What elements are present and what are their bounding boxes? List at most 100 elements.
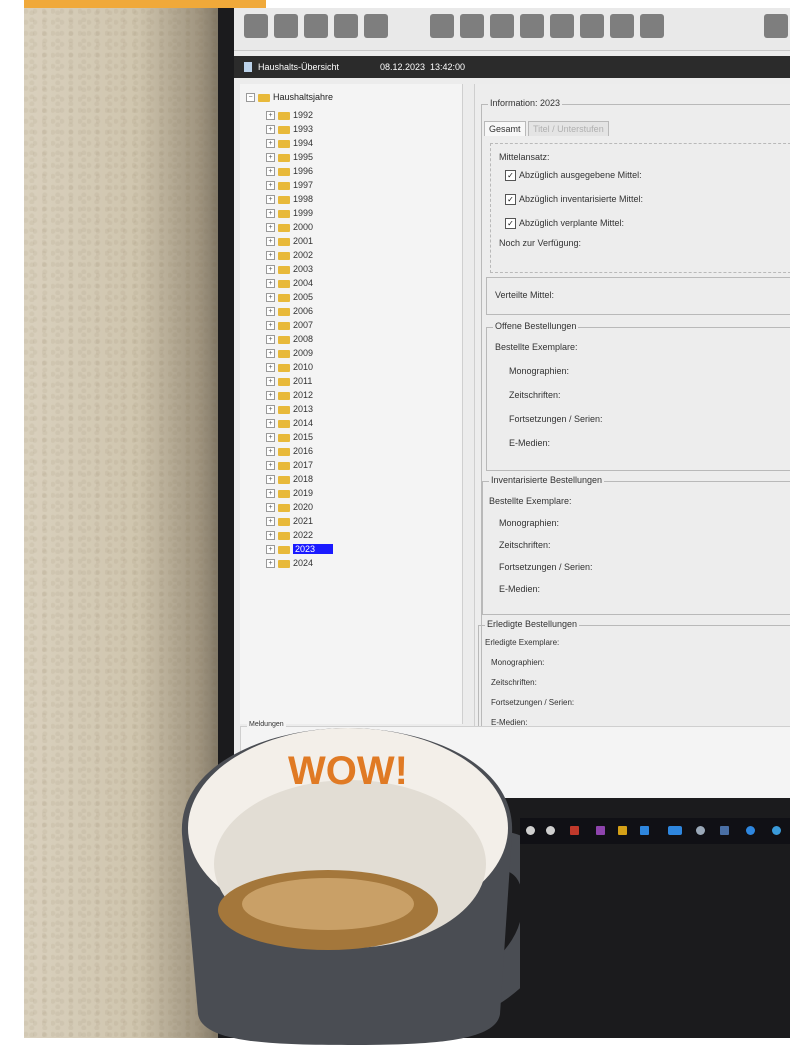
taskbar-icon-2[interactable] bbox=[546, 826, 555, 835]
taskbar-icon-7[interactable] bbox=[668, 826, 682, 835]
expand-icon[interactable]: + bbox=[266, 559, 275, 569]
expand-icon[interactable]: + bbox=[266, 111, 275, 121]
taskbar-icon-6[interactable] bbox=[640, 826, 649, 835]
collapse-icon[interactable]: − bbox=[246, 93, 255, 103]
taskbar-icon-3[interactable] bbox=[570, 826, 579, 835]
taskbar-icon-10[interactable] bbox=[746, 826, 755, 835]
toolbar-icon-1[interactable] bbox=[244, 14, 268, 38]
expand-icon[interactable]: + bbox=[266, 251, 275, 261]
expand-icon[interactable]: + bbox=[266, 265, 275, 275]
expand-icon[interactable]: + bbox=[266, 279, 275, 289]
toolbar-icon-13[interactable] bbox=[640, 14, 664, 38]
toolbar-icon-12[interactable] bbox=[610, 14, 634, 38]
tree-item-1993[interactable]: +1993 bbox=[266, 122, 313, 136]
taskbar-icon-11[interactable] bbox=[772, 826, 781, 835]
tree-item-2006[interactable]: +2006 bbox=[266, 304, 313, 318]
tree-item-1996[interactable]: +1996 bbox=[266, 164, 313, 178]
expand-icon[interactable]: + bbox=[266, 517, 275, 527]
expand-icon[interactable]: + bbox=[266, 321, 275, 331]
tree-item-2024[interactable]: +2024 bbox=[266, 556, 313, 570]
tab-gesamt[interactable]: Gesamt bbox=[484, 121, 526, 136]
expand-icon[interactable]: + bbox=[266, 223, 275, 233]
tree-item-2008[interactable]: +2008 bbox=[266, 332, 313, 346]
expand-icon[interactable]: + bbox=[266, 545, 275, 555]
tree-item-2005[interactable]: +2005 bbox=[266, 290, 313, 304]
taskbar-icon-1[interactable] bbox=[526, 826, 535, 835]
toolbar-icon-5[interactable] bbox=[364, 14, 388, 38]
expand-icon[interactable]: + bbox=[266, 335, 275, 345]
tree-item-2018[interactable]: +2018 bbox=[266, 472, 313, 486]
expand-icon[interactable]: + bbox=[266, 433, 275, 443]
expand-icon[interactable]: + bbox=[266, 391, 275, 401]
expand-icon[interactable]: + bbox=[266, 475, 275, 485]
expand-icon[interactable]: + bbox=[266, 237, 275, 247]
tree-item-2009[interactable]: +2009 bbox=[266, 346, 313, 360]
expand-icon[interactable]: + bbox=[266, 447, 275, 457]
expand-icon[interactable]: + bbox=[266, 531, 275, 541]
toolbar-icon-4[interactable] bbox=[334, 14, 358, 38]
toolbar-icon-8[interactable] bbox=[490, 14, 514, 38]
taskbar-icon-5[interactable] bbox=[618, 826, 627, 835]
expand-icon[interactable]: + bbox=[266, 363, 275, 373]
tree-item-2023[interactable]: +2023 bbox=[266, 542, 334, 556]
checkbox-verplant[interactable]: ✓ bbox=[505, 218, 516, 230]
tree-item-1994[interactable]: +1994 bbox=[266, 136, 313, 150]
expand-icon[interactable]: + bbox=[266, 139, 275, 149]
tree-item-1999[interactable]: +1999 bbox=[266, 206, 313, 220]
expand-icon[interactable]: + bbox=[266, 181, 275, 191]
tab-titel-unterstufen[interactable]: Titel / Unterstufen bbox=[528, 121, 609, 136]
tree-item-2013[interactable]: +2013 bbox=[266, 402, 313, 416]
check-row-inventarisiert[interactable]: ✓ Abzüglich inventarisierte Mittel: bbox=[505, 194, 643, 206]
toolbar-icon-2[interactable] bbox=[274, 14, 298, 38]
tree-item-2021[interactable]: +2021 bbox=[266, 514, 313, 528]
expand-icon[interactable]: + bbox=[266, 405, 275, 415]
expand-icon[interactable]: + bbox=[266, 125, 275, 135]
toolbar-icon-7[interactable] bbox=[460, 14, 484, 38]
toolbar-icon-10[interactable] bbox=[550, 14, 574, 38]
expand-icon[interactable]: + bbox=[266, 349, 275, 359]
expand-icon[interactable]: + bbox=[266, 419, 275, 429]
toolbar-icon-11[interactable] bbox=[580, 14, 604, 38]
tree-item-2016[interactable]: +2016 bbox=[266, 444, 313, 458]
checkbox-ausgegeben[interactable]: ✓ bbox=[505, 170, 516, 182]
tree-item-2003[interactable]: +2003 bbox=[266, 262, 313, 276]
expand-icon[interactable]: + bbox=[266, 195, 275, 205]
toolbar-icon-14[interactable] bbox=[764, 14, 788, 38]
expand-icon[interactable]: + bbox=[266, 167, 275, 177]
expand-icon[interactable]: + bbox=[266, 307, 275, 317]
toolbar-icon-9[interactable] bbox=[520, 14, 544, 38]
taskbar-icon-4[interactable] bbox=[596, 826, 605, 835]
tree-item-1995[interactable]: +1995 bbox=[266, 150, 313, 164]
check-row-verplant[interactable]: ✓ Abzüglich verplante Mittel: bbox=[505, 218, 624, 230]
check-row-ausgegeben[interactable]: ✓ Abzüglich ausgegebene Mittel: bbox=[505, 170, 642, 182]
expand-icon[interactable]: + bbox=[266, 377, 275, 387]
expand-icon[interactable]: + bbox=[266, 503, 275, 513]
expand-icon[interactable]: + bbox=[266, 209, 275, 219]
expand-icon[interactable]: + bbox=[266, 489, 275, 499]
tree-item-2007[interactable]: +2007 bbox=[266, 318, 313, 332]
tree-item-2014[interactable]: +2014 bbox=[266, 416, 313, 430]
tree-item-2011[interactable]: +2011 bbox=[266, 374, 312, 388]
toolbar-icon-3[interactable] bbox=[304, 14, 328, 38]
expand-icon[interactable]: + bbox=[266, 293, 275, 303]
tree-item-2002[interactable]: +2002 bbox=[266, 248, 313, 262]
expand-icon[interactable]: + bbox=[266, 153, 275, 163]
tree-item-2015[interactable]: +2015 bbox=[266, 430, 313, 444]
taskbar-icon-8[interactable] bbox=[696, 826, 705, 835]
tree-item-2017[interactable]: +2017 bbox=[266, 458, 313, 472]
tree-item-2012[interactable]: +2012 bbox=[266, 388, 313, 402]
tree-item-2022[interactable]: +2022 bbox=[266, 528, 313, 542]
expand-icon[interactable]: + bbox=[266, 461, 275, 471]
tree-item-2010[interactable]: +2010 bbox=[266, 360, 313, 374]
tree-item-2004[interactable]: +2004 bbox=[266, 276, 313, 290]
tree-item-2000[interactable]: +2000 bbox=[266, 220, 313, 234]
tree-item-2020[interactable]: +2020 bbox=[266, 500, 313, 514]
tree-item-1992[interactable]: +1992 bbox=[266, 108, 313, 122]
checkbox-inventarisiert[interactable]: ✓ bbox=[505, 194, 516, 206]
tree-root[interactable]: − Haushaltsjahre bbox=[246, 90, 333, 104]
tree-item-1997[interactable]: +1997 bbox=[266, 178, 313, 192]
taskbar-icon-9[interactable] bbox=[720, 826, 729, 835]
toolbar-icon-6[interactable] bbox=[430, 14, 454, 38]
tree-item-2001[interactable]: +2001 bbox=[266, 234, 313, 248]
tree-item-2019[interactable]: +2019 bbox=[266, 486, 313, 500]
